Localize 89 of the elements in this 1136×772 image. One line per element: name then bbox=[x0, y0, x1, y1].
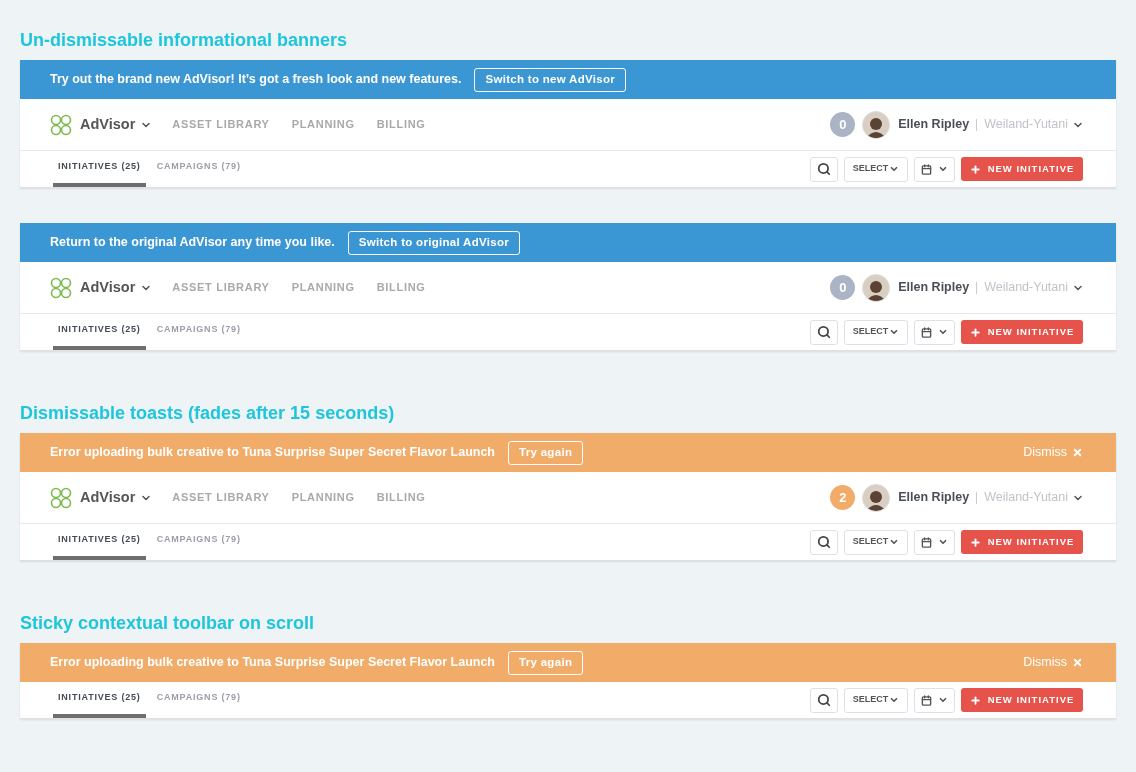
tab[interactable]: CAMPAIGNS (79) bbox=[151, 682, 246, 718]
search-icon bbox=[817, 325, 831, 339]
tab[interactable]: INITIATIVES (25) bbox=[53, 151, 146, 187]
banner-message: Return to the original AdVisor any time you like. bbox=[50, 234, 335, 252]
logo-icon bbox=[50, 113, 72, 136]
banner-action-button[interactable]: Switch to new AdVisor bbox=[474, 67, 627, 92]
chevron-icon bbox=[938, 695, 948, 705]
date-dropdown[interactable] bbox=[914, 319, 955, 345]
banner-action-button[interactable]: Switch to original AdVisor bbox=[347, 230, 521, 255]
date-dropdown[interactable] bbox=[914, 529, 955, 555]
nav-link[interactable]: PLANNING bbox=[291, 116, 355, 133]
banner-message: Try out the brand new AdVisor! It’s got a fresh look and new features. bbox=[50, 71, 462, 89]
nav-link[interactable]: PLANNING bbox=[291, 489, 355, 506]
search-button[interactable] bbox=[810, 529, 838, 555]
separator bbox=[976, 118, 978, 131]
close-icon bbox=[1072, 447, 1083, 458]
chevron-icon bbox=[889, 327, 900, 337]
organization-menu[interactable]: Weiland-Yutani bbox=[984, 115, 1084, 134]
notification-count[interactable]: 2 bbox=[830, 485, 856, 510]
search-button[interactable] bbox=[810, 687, 838, 713]
chevron-icon bbox=[889, 695, 900, 705]
date-dropdown[interactable] bbox=[914, 156, 955, 182]
chevron-icon bbox=[889, 164, 900, 174]
tab[interactable]: INITIATIVES (25) bbox=[53, 682, 146, 718]
plus-icon bbox=[969, 326, 981, 338]
search-button[interactable] bbox=[810, 156, 838, 182]
section-heading: Un-dismissable informational banners bbox=[20, 30, 349, 50]
banner-action-button[interactable]: Try again bbox=[508, 650, 584, 675]
chevron-icon bbox=[938, 327, 948, 337]
banner-message: Error uploading bulk creative to Tuna Surprise Super Secret Flavor Launch bbox=[50, 654, 495, 672]
organization-menu[interactable]: Weiland-Yutani bbox=[984, 278, 1084, 297]
avatar[interactable] bbox=[862, 273, 891, 302]
search-icon bbox=[817, 162, 831, 176]
chevron-icon bbox=[938, 537, 948, 547]
date-dropdown[interactable] bbox=[914, 687, 955, 713]
select-dropdown[interactable]: SELECT bbox=[844, 156, 908, 182]
calendar-icon bbox=[921, 326, 932, 338]
separator bbox=[976, 281, 978, 294]
logo-icon bbox=[50, 486, 72, 509]
select-dropdown[interactable]: SELECT bbox=[844, 529, 908, 555]
banner-message: Error uploading bulk creative to Tuna Surprise Super Secret Flavor Launch bbox=[50, 444, 495, 462]
search-button[interactable] bbox=[810, 319, 838, 345]
new-initiative-button[interactable]: NEW INITIATIVE bbox=[961, 320, 1083, 344]
plus-icon bbox=[969, 694, 981, 706]
avatar[interactable] bbox=[862, 483, 891, 512]
chevron-icon bbox=[889, 537, 900, 547]
brand-menu[interactable]: AdVisor bbox=[80, 486, 153, 509]
select-dropdown[interactable]: SELECT bbox=[844, 687, 908, 713]
section-heading: Dismissable toasts (fades after 15 seconds) bbox=[20, 403, 396, 423]
new-initiative-button[interactable]: NEW INITIATIVE bbox=[961, 530, 1083, 554]
dismiss-button[interactable]: Dismiss bbox=[1023, 443, 1083, 462]
dismiss-button[interactable]: Dismiss bbox=[1023, 653, 1083, 672]
logo-icon bbox=[50, 276, 72, 299]
tab[interactable]: CAMPAIGNS (79) bbox=[151, 524, 246, 560]
user-name: Ellen Ripley bbox=[898, 116, 970, 134]
nav-link[interactable]: BILLING bbox=[376, 279, 426, 296]
plus-icon bbox=[969, 163, 981, 175]
nav-link[interactable]: BILLING bbox=[376, 489, 426, 506]
close-icon bbox=[1072, 657, 1083, 668]
nav-link[interactable]: PLANNING bbox=[291, 279, 355, 296]
nav-link[interactable]: ASSET LIBRARY bbox=[172, 116, 270, 133]
new-initiative-button[interactable]: NEW INITIATIVE bbox=[961, 688, 1083, 712]
brand-menu[interactable]: AdVisor bbox=[80, 113, 153, 136]
tab[interactable]: INITIATIVES (25) bbox=[53, 524, 146, 560]
calendar-icon bbox=[921, 536, 932, 548]
separator bbox=[976, 491, 978, 504]
user-name: Ellen Ripley bbox=[898, 279, 970, 297]
tab[interactable]: CAMPAIGNS (79) bbox=[151, 314, 246, 350]
nav-link[interactable]: BILLING bbox=[376, 116, 426, 133]
avatar[interactable] bbox=[862, 110, 891, 139]
calendar-icon bbox=[921, 694, 932, 706]
section-heading: Sticky contextual toolbar on scroll bbox=[20, 613, 316, 633]
user-name: Ellen Ripley bbox=[898, 489, 970, 507]
organization-menu[interactable]: Weiland-Yutani bbox=[984, 488, 1084, 507]
new-initiative-button[interactable]: NEW INITIATIVE bbox=[961, 157, 1083, 181]
search-icon bbox=[817, 693, 831, 707]
calendar-icon bbox=[921, 163, 932, 175]
brand-menu[interactable]: AdVisor bbox=[80, 276, 153, 299]
plus-icon bbox=[969, 536, 981, 548]
notification-count[interactable]: 0 bbox=[830, 275, 856, 300]
nav-link[interactable]: ASSET LIBRARY bbox=[172, 489, 270, 506]
search-icon bbox=[817, 535, 831, 549]
banner-action-button[interactable]: Try again bbox=[508, 440, 584, 465]
tab[interactable]: INITIATIVES (25) bbox=[53, 314, 146, 350]
notification-count[interactable]: 0 bbox=[830, 112, 856, 137]
chevron-icon bbox=[938, 164, 948, 174]
nav-link[interactable]: ASSET LIBRARY bbox=[172, 279, 270, 296]
tab[interactable]: CAMPAIGNS (79) bbox=[151, 151, 246, 187]
select-dropdown[interactable]: SELECT bbox=[844, 319, 908, 345]
